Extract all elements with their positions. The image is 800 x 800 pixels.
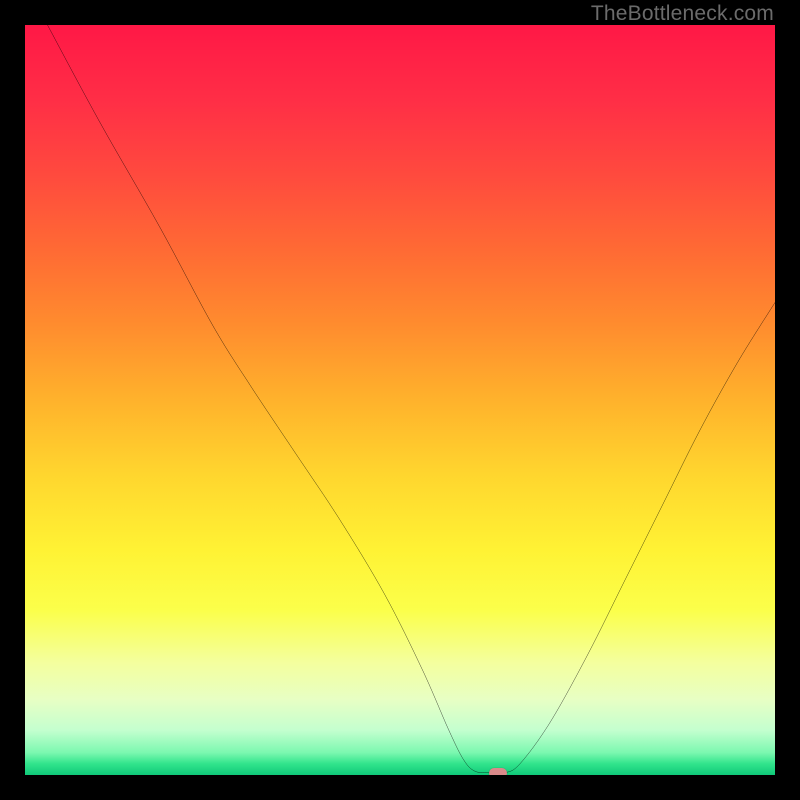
bottleneck-curve — [25, 25, 775, 775]
watermark-text: TheBottleneck.com — [591, 2, 774, 26]
minimum-marker — [489, 768, 507, 775]
chart-frame: TheBottleneck.com — [0, 0, 800, 800]
plot-area — [25, 25, 775, 775]
